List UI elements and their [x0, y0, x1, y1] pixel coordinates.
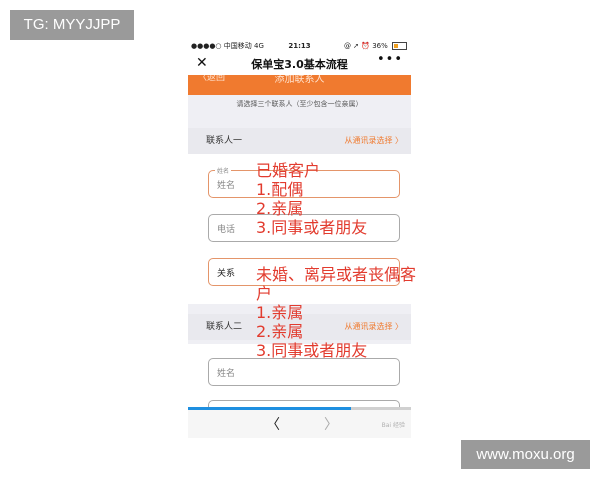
status-icons-battery-percent: @ ➚ ⏰ 36%: [343, 42, 388, 50]
more-menu-icon[interactable]: •••: [377, 52, 403, 67]
annotation-line: 1.配偶: [256, 180, 304, 199]
status-right: @ ➚ ⏰ 36%: [344, 40, 407, 52]
contact2-name-field[interactable]: 姓名: [208, 358, 400, 386]
annotation-line: 1.亲属: [256, 303, 304, 322]
annotation-line: 2.亲属: [256, 199, 304, 218]
annotation-line: 未婚、离异或者丧偶客: [256, 265, 417, 284]
browser-bottom-bar: 〈 〉 Bai 经验: [188, 410, 411, 438]
watermark-bottom-right: www.moxu.org: [461, 440, 590, 469]
instruction-text: 请选择三个联系人（至少包含一位亲属）: [236, 100, 363, 108]
header-title: 添加联系人: [274, 75, 325, 85]
battery-fill: [394, 44, 398, 48]
app-header-bar: 〈返回 添加联系人: [188, 75, 411, 95]
annotation-married: 已婚客户 1.配偶 2.亲属 3.同事或者朋友: [256, 161, 367, 237]
browser-forward-icon[interactable]: 〉: [324, 414, 338, 434]
annotation-line: 户: [256, 284, 273, 303]
watermark-top-left: TG: MYYJJPP: [10, 10, 134, 40]
annotation-unmarried: 未婚、离异或者丧偶客 户 1.亲属 2.亲属 3.同事或者朋友: [256, 265, 416, 360]
contact1-name-placeholder: 姓名: [217, 181, 236, 191]
contact1-pick-from-contacts[interactable]: 从通讯录选择 〉: [344, 128, 403, 154]
contact1-relation-label: 关系: [217, 269, 236, 279]
contact1-header: 联系人一 从通讯录选择 〉: [188, 128, 411, 154]
battery-icon: [392, 42, 407, 50]
phone-screenshot: ●●●●○ 中国移动 4G 21:13 @ ➚ ⏰ 36% ✕ 保单宝3.0基本…: [188, 40, 411, 438]
annotation-line: 3.同事或者朋友: [256, 341, 368, 360]
contact1-name-floating-label: 姓名: [215, 166, 232, 175]
contact1-title: 联系人一: [206, 136, 243, 146]
annotation-line: 3.同事或者朋友: [256, 218, 368, 237]
wechat-titlebar: ✕ 保单宝3.0基本流程 •••: [188, 52, 411, 75]
contact2-title: 联系人二: [206, 322, 243, 332]
annotation-line: 2.亲属: [256, 322, 304, 341]
baidu-watermark: Bai 经验: [381, 422, 405, 429]
status-bar: ●●●●○ 中国移动 4G 21:13 @ ➚ ⏰ 36%: [188, 40, 411, 52]
contact1-phone-placeholder: 电话: [217, 225, 236, 235]
contact2-name-placeholder: 姓名: [217, 369, 236, 379]
annotation-line: 已婚客户: [256, 161, 321, 180]
browser-back-icon[interactable]: 〈: [266, 414, 280, 434]
